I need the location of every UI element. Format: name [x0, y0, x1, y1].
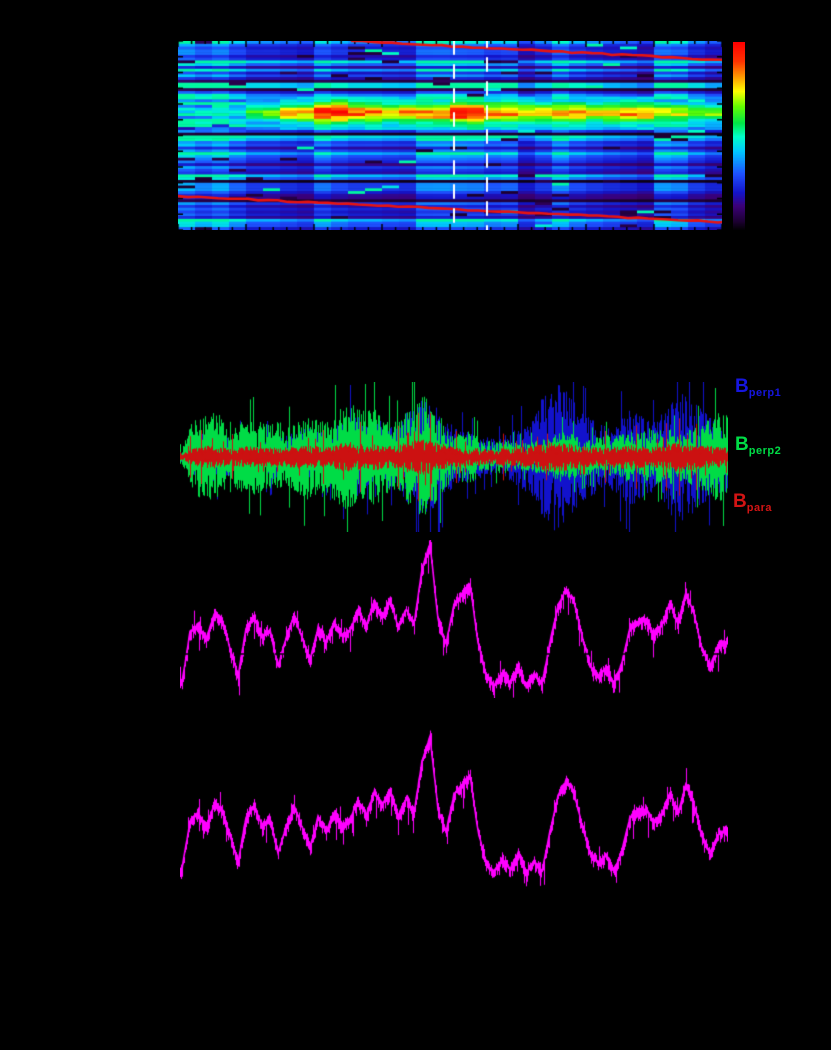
legend-bperp1-sub: perp1: [748, 387, 782, 399]
legend-bperp2-sub: perp2: [748, 445, 782, 457]
legend-bperp1-base: B: [735, 376, 749, 397]
legend-bpara: Bpara: [733, 492, 772, 514]
magnitude-panel-lower: [180, 725, 728, 887]
magnitude-panel-upper: [180, 540, 728, 698]
legend-bperp1: Bperp1: [735, 377, 781, 399]
legend-bpara-base: B: [733, 491, 747, 512]
figure: Bperp1 Bperp2 Bpara: [0, 0, 831, 1050]
colorbar: [733, 42, 745, 230]
legend-bperp2: Bperp2: [735, 435, 781, 457]
legend-bpara-sub: para: [746, 502, 772, 514]
waveform-panel: [180, 382, 728, 532]
legend-bperp2-base: B: [735, 434, 749, 455]
dynamic-spectrum-heatmap: [178, 41, 722, 230]
